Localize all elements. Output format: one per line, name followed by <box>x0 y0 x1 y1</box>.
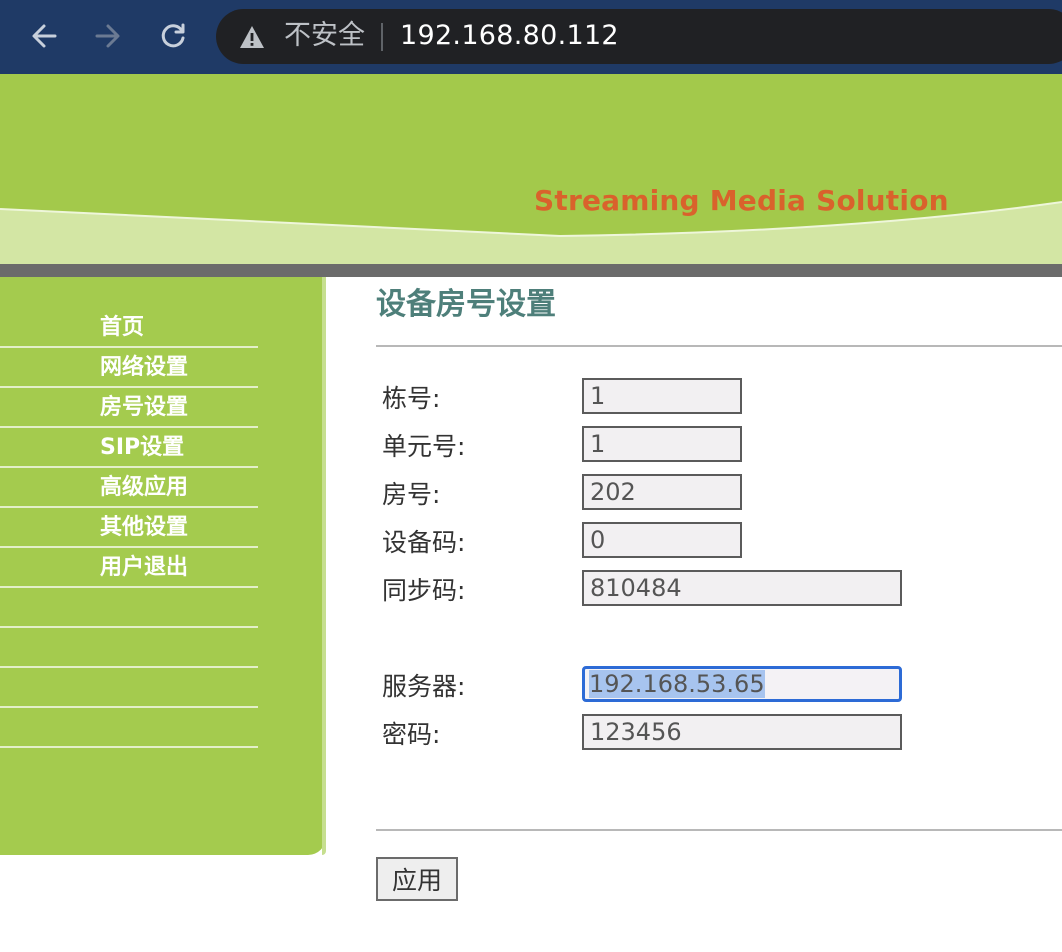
device-code-label: 设备码: <box>382 528 466 557</box>
sidebar-item-network[interactable]: 网络设置 <box>0 348 258 388</box>
forward-arrow-icon <box>95 24 120 48</box>
browser-toolbar: 不安全 192.168.80.112 <box>0 0 1062 74</box>
header-divider <box>0 264 1062 277</box>
back-button[interactable] <box>21 13 67 59</box>
sidebar-item-label[interactable]: 其他设置 <box>100 513 188 543</box>
unit-label: 单元号: <box>382 432 466 461</box>
reload-icon <box>161 23 185 48</box>
sidebar-item-advanced[interactable]: 高级应用 <box>0 468 258 508</box>
device-code-input[interactable] <box>582 522 742 558</box>
title-divider <box>376 345 1062 347</box>
forward-button[interactable] <box>85 13 131 59</box>
unit-input[interactable] <box>582 426 742 462</box>
server-input[interactable] <box>582 666 902 702</box>
sidebar-item-other[interactable]: 其他设置 <box>0 508 258 548</box>
sidebar-item-label[interactable]: 房号设置 <box>100 393 188 423</box>
sidebar-item-logout[interactable]: 用户退出 <box>0 548 258 588</box>
sidebar-item-label[interactable]: 首页 <box>100 313 144 343</box>
sidebar-item-empty <box>0 668 258 708</box>
sidebar-item-room[interactable]: 房号设置 <box>0 388 258 428</box>
header-banner: Streaming Media Solution <box>0 74 1062 264</box>
sidebar-item-label[interactable]: 高级应用 <box>100 473 188 503</box>
url-text[interactable]: 192.168.80.112 <box>400 19 619 53</box>
form-divider <box>376 829 1062 831</box>
warning-icon[interactable] <box>238 24 266 50</box>
back-arrow-icon <box>32 24 57 48</box>
address-bar[interactable]: 不安全 192.168.80.112 <box>216 9 1062 64</box>
room-label: 房号: <box>382 480 441 509</box>
page-title: 设备房号设置 <box>376 287 556 322</box>
banner-background <box>0 74 1062 264</box>
password-label: 密码: <box>382 720 441 749</box>
reload-button[interactable] <box>150 13 196 59</box>
building-label: 栋号: <box>382 384 441 413</box>
password-input[interactable] <box>582 714 902 750</box>
address-separator <box>381 23 383 51</box>
sidebar-item-home[interactable]: 首页 <box>0 308 258 348</box>
security-label[interactable]: 不安全 <box>284 19 365 53</box>
sidebar-divider <box>0 746 258 748</box>
sidebar-item-sip[interactable]: SIP设置 <box>0 428 258 468</box>
building-input[interactable] <box>582 378 742 414</box>
server-label: 服务器: <box>382 672 466 701</box>
sidebar-item-empty <box>0 708 258 748</box>
sync-code-input[interactable] <box>582 570 902 606</box>
apply-button[interactable]: 应用 <box>376 857 458 901</box>
room-input[interactable] <box>582 474 742 510</box>
sidebar-item-label[interactable]: SIP设置 <box>100 433 184 463</box>
banner-title: Streaming Media Solution <box>534 184 949 217</box>
sidebar-item-label[interactable]: 用户退出 <box>100 553 188 583</box>
sync-code-label: 同步码: <box>382 576 466 605</box>
sidebar-item-label[interactable]: 网络设置 <box>100 353 188 383</box>
sidebar: 首页 网络设置 房号设置 SIP设置 高级应用 其他设置 用户退出 <box>0 277 326 855</box>
sidebar-item-empty <box>0 628 258 668</box>
sidebar-item-empty <box>0 588 258 628</box>
